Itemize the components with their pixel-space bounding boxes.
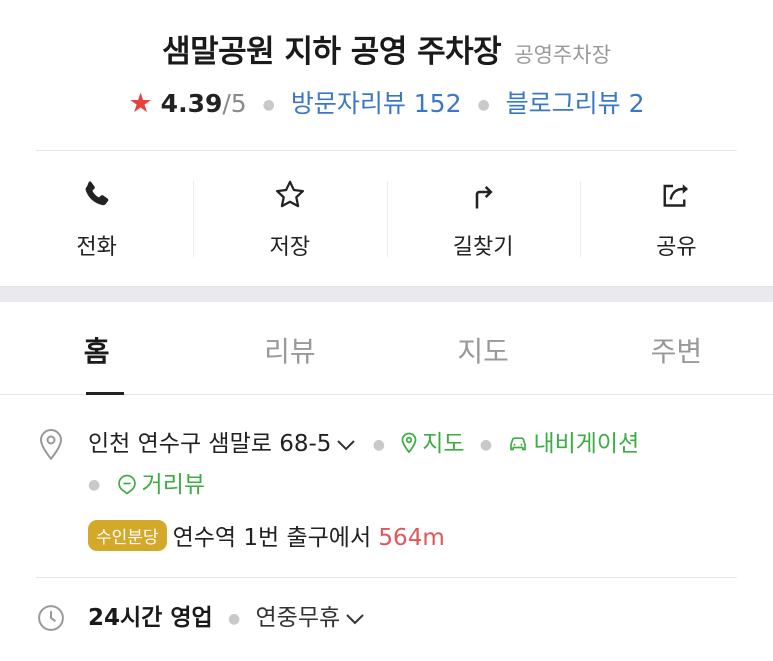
navigation-link[interactable]: 내비게이션	[507, 431, 639, 457]
separator-dot: ●	[477, 97, 490, 113]
separator-dot: ●	[372, 436, 385, 453]
map-link-label: 지도	[422, 431, 465, 457]
separator-dot: ●	[88, 477, 101, 493]
separator-dot: ●	[227, 610, 241, 627]
streetview-link-label: 거리뷰	[141, 471, 206, 498]
address-line: 인천 연수구 샘말로 68-5 ● 지도 ● 내비게이션	[88, 424, 736, 465]
rating-row: ★ 4.39/5 ● 방문자리뷰 152 ● 블로그리뷰 2	[0, 84, 773, 120]
hours-line[interactable]: 24시간 영업 ● 연중무휴	[88, 600, 736, 637]
address-line-2: ● 거리뷰	[88, 465, 736, 506]
section-gap	[0, 286, 773, 302]
address-section: 인천 연수구 샘말로 68-5 ● 지도 ● 내비게이션 ● 거리뷰	[36, 424, 736, 505]
call-label: 전화	[76, 235, 117, 260]
separator-dot: ●	[479, 436, 493, 453]
save-button[interactable]: 저장	[193, 151, 386, 286]
visitor-reviews-link[interactable]: 방문자리뷰 152	[291, 89, 462, 118]
tab-bar: 홈 리뷰 지도 주변	[0, 302, 773, 395]
hours-holiday: 연중무휴	[255, 605, 341, 631]
share-button[interactable]: 공유	[579, 151, 773, 286]
tab-reviews[interactable]: 리뷰	[193, 302, 386, 394]
call-button[interactable]: 전화	[0, 151, 193, 286]
share-icon	[663, 184, 689, 207]
hours-section: 24시간 영업 ● 연중무휴	[36, 600, 736, 637]
subway-info: 수인분당 연수역 1번 출구에서 564m	[88, 518, 445, 552]
tab-home[interactable]: 홈	[0, 302, 193, 395]
divider	[36, 577, 737, 578]
star-icon: ★	[128, 88, 153, 119]
map-pin-icon	[401, 432, 417, 454]
streetview-link[interactable]: 거리뷰	[116, 472, 205, 498]
clock-icon	[38, 605, 64, 631]
streetview-pin-icon	[117, 474, 136, 495]
subway-station-text: 연수역 1번 출구에서	[172, 525, 372, 551]
directions-button[interactable]: 길찾기	[386, 151, 580, 286]
place-header: 샘말공원 지하 공영 주차장 공영주차장 ★ 4.39/5 ● 방문자리뷰 15…	[0, 0, 773, 150]
tab-map[interactable]: 지도	[387, 302, 580, 394]
place-category: 공영주차장	[514, 43, 611, 67]
car-icon	[510, 437, 527, 451]
chevron-down-icon[interactable]	[335, 438, 357, 452]
share-label: 공유	[656, 235, 697, 260]
star-outline-icon	[275, 180, 304, 208]
blog-reviews-link[interactable]: 블로그리뷰 2	[506, 89, 645, 118]
directions-arrow-icon	[475, 185, 493, 209]
title-row: 샘말공원 지하 공영 주차장 공영주차장	[0, 26, 773, 71]
hours-status: 24시간 영업	[88, 605, 213, 631]
rating-max: /5	[222, 89, 247, 118]
place-title: 샘말공원 지하 공영 주차장	[162, 34, 502, 70]
address-text[interactable]: 인천 연수구 샘말로 68-5	[88, 431, 331, 457]
subway-distance: 564m	[378, 525, 445, 551]
tab-nearby[interactable]: 주변	[580, 302, 773, 394]
rating-score: 4.39	[160, 89, 223, 118]
navigation-link-label: 내비게이션	[533, 431, 640, 457]
save-label: 저장	[269, 235, 311, 260]
action-bar: 전화 저장 길찾기 공유	[0, 151, 773, 286]
separator-dot: ●	[262, 97, 275, 113]
subway-line-badge: 수인분당	[88, 520, 167, 551]
phone-icon	[85, 181, 108, 206]
location-pin-icon	[39, 428, 63, 461]
chevron-down-icon[interactable]	[344, 612, 366, 626]
directions-label: 길찾기	[452, 235, 514, 260]
map-link[interactable]: 지도	[400, 431, 465, 457]
